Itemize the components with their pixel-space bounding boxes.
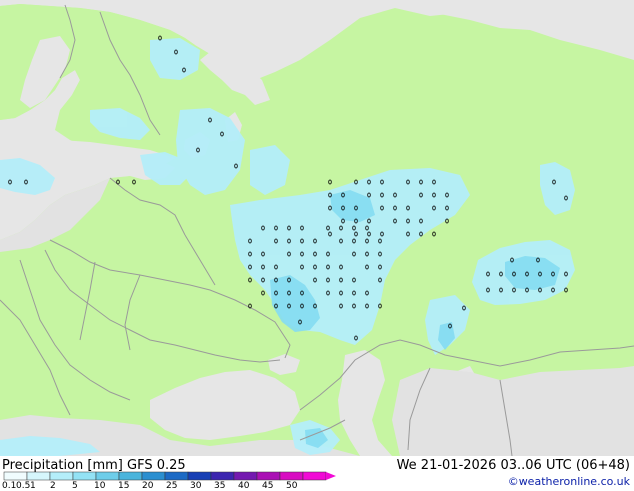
- map-canvas: [0, 0, 634, 490]
- scale-swatch: [187, 471, 212, 481]
- scale-swatch: [279, 471, 304, 481]
- scale-swatch: [118, 471, 143, 481]
- scale-swatch: [164, 471, 189, 481]
- credit-link[interactable]: ©weatheronline.co.uk: [508, 475, 630, 488]
- outer-region-east: [392, 366, 634, 456]
- scale-swatch: [95, 471, 120, 481]
- scale-swatch: [141, 471, 166, 481]
- scale-swatch: [210, 471, 235, 481]
- precipitation-map: Precipitation [mm] GFS 0.25 We 21-01-202…: [0, 0, 634, 491]
- scale-swatch: [233, 471, 258, 481]
- precipitation-color-scale: [3, 471, 336, 481]
- scale-swatch: [256, 471, 281, 481]
- scale-swatch: [72, 471, 97, 481]
- scale-swatch: [302, 471, 327, 481]
- valid-time: We 21-01-2026 03..06 UTC (06+48): [396, 458, 630, 473]
- scale-swatch: [3, 471, 28, 481]
- scale-swatch: [49, 471, 74, 481]
- scale-swatch: [26, 471, 51, 481]
- map-title: Precipitation [mm] GFS 0.25: [2, 458, 186, 473]
